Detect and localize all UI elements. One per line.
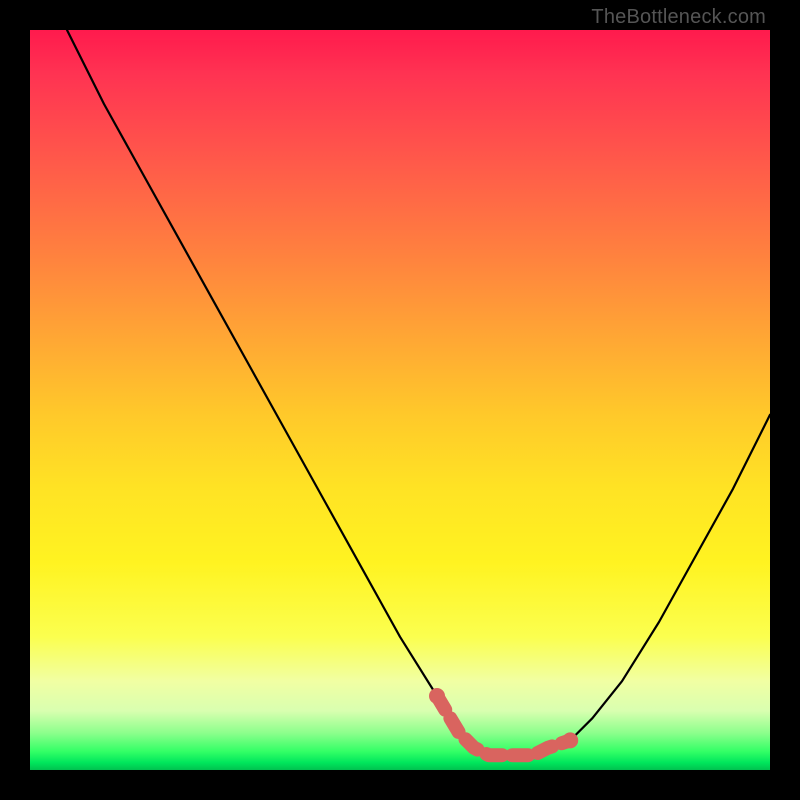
plot-area <box>30 30 770 770</box>
chart-svg <box>30 30 770 770</box>
highlight-end-dot <box>562 732 578 748</box>
bottleneck-curve <box>67 30 770 755</box>
chart-frame: TheBottleneck.com <box>0 0 800 800</box>
attribution-label: TheBottleneck.com <box>591 6 766 29</box>
optimal-range-highlight <box>437 696 570 755</box>
highlight-end-dot <box>429 688 445 704</box>
